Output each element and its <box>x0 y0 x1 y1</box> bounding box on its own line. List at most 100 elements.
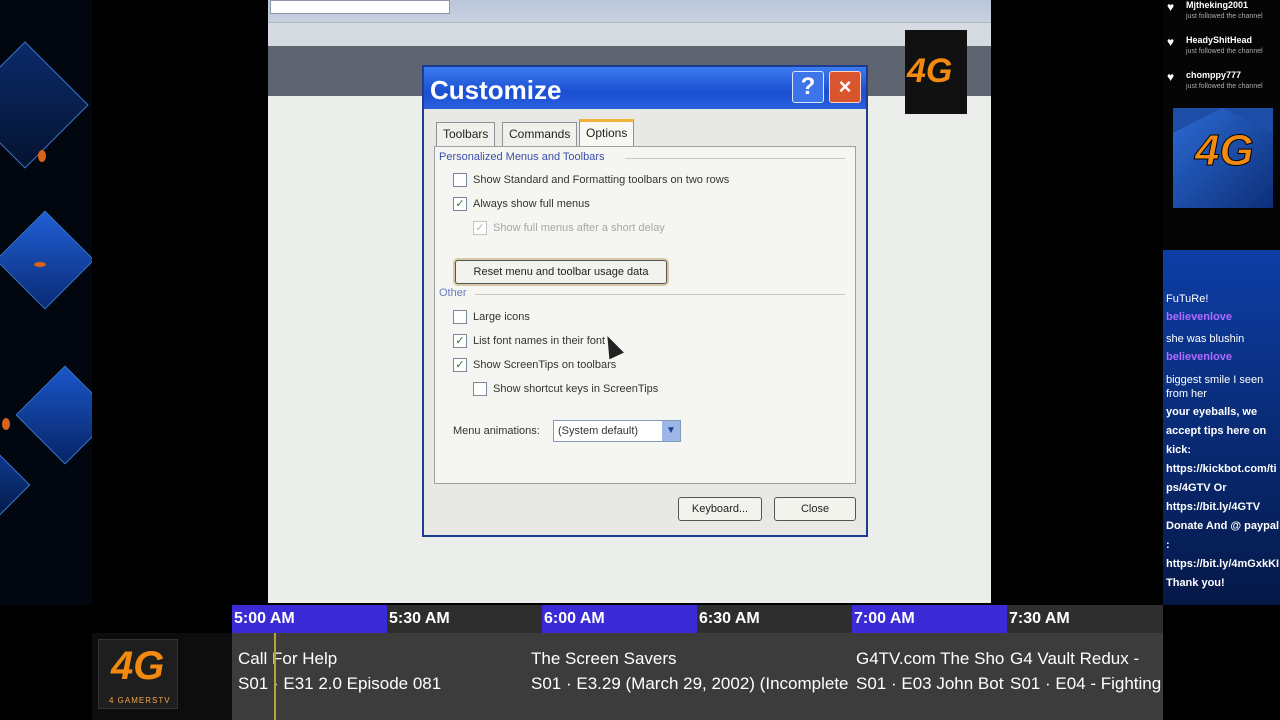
close-button[interactable]: Close <box>774 497 856 521</box>
close-icon[interactable]: × <box>829 71 861 103</box>
tab-commands[interactable]: Commands <box>502 122 578 146</box>
tab-toolbars[interactable]: Toolbars <box>436 122 496 146</box>
help-button[interactable]: ? <box>792 71 824 103</box>
option-full-menus[interactable]: ✓ Always show full menus <box>453 197 590 211</box>
follow-text: just followed the channel <box>1186 48 1263 55</box>
option-label: Show Standard and Formatting toolbars on… <box>473 174 730 186</box>
program-cell: G4 Vault Redux - S01 · E04 - Fighting <box>1004 633 1163 720</box>
channel-watermark: 4G <box>905 30 967 114</box>
blue-cube-decoration <box>15 365 92 465</box>
orange-dot-decoration <box>34 262 46 267</box>
follow-text: just followed the channel <box>1186 83 1263 90</box>
bottom-left-corner <box>0 605 92 720</box>
channel-logo: 4G <box>1173 108 1273 208</box>
option-label: Show full menus after a short delay <box>493 222 665 234</box>
time-slot: 6:00 AM <box>542 605 697 633</box>
option-two-rows[interactable]: Show Standard and Formatting toolbars on… <box>453 173 729 187</box>
checkbox[interactable] <box>453 173 467 187</box>
heart-icon: ♥ <box>1167 70 1175 84</box>
customize-dialog: Customize ? × Toolbars Commands Options … <box>422 65 868 537</box>
guide-logo-text: 4G <box>111 644 165 688</box>
guide-logo-subtext: 4 GAMERSTV <box>109 696 171 705</box>
watermark-logo: 4G <box>907 52 953 90</box>
guide-timeline: 5:00 AM 5:30 AM 6:00 AM 6:30 AM 7:00 AM … <box>232 605 1163 633</box>
time-slot: 7:00 AM <box>852 605 1007 633</box>
time-slot: 6:30 AM <box>697 605 852 633</box>
orange-dot-decoration <box>38 150 46 162</box>
time-slot: 5:00 AM <box>232 605 387 633</box>
checkbox-checked[interactable]: ✓ <box>453 197 467 211</box>
menu-animations-label: Menu animations: <box>453 425 540 437</box>
checkbox-checked[interactable]: ✓ <box>453 358 467 372</box>
chat-message: biggest smile I seen from her <box>1166 374 1264 400</box>
option-label: Large icons <box>473 311 530 323</box>
option-label: List font names in their font <box>473 335 606 347</box>
checkbox-checked[interactable]: ✓ <box>453 334 467 348</box>
program-guide: 5:00 AM 5:30 AM 6:00 AM 6:30 AM 7:00 AM … <box>92 605 1163 720</box>
option-label: Show shortcut keys in ScreenTips <box>493 383 659 395</box>
follower-name: Mjtheking2001 <box>1186 0 1249 10</box>
stream-frame: Customize ? × Toolbars Commands Options … <box>0 0 1280 720</box>
follow-alert: ♥ HeadyShitHead just followed the channe… <box>1163 35 1280 67</box>
program-cell: The Screen Savers S01 · E3.29 (March 29,… <box>525 633 850 720</box>
font-name-field[interactable] <box>270 0 450 14</box>
logo-box: 4G 4 GAMERSTV <box>98 639 178 709</box>
video-area: Customize ? × Toolbars Commands Options … <box>268 0 991 603</box>
ruler <box>268 22 991 46</box>
option-shortcut-keys[interactable]: Show shortcut keys in ScreenTips <box>473 382 658 396</box>
guide-programs: 4G 4 GAMERSTV Call For Help S01 · E31 2.… <box>92 633 1163 720</box>
orange-dot-decoration <box>2 418 10 430</box>
guide-logo: 4G 4 GAMERSTV <box>92 633 232 720</box>
channel-logo-text: 4G <box>1195 126 1255 176</box>
option-label: Show ScreenTips on toolbars <box>473 359 617 371</box>
blue-cube-decoration <box>0 41 89 169</box>
follow-alert: ♥ chomppy777 just followed the channel <box>1163 70 1280 102</box>
program-title: G4TV.com The Show <box>856 649 1004 668</box>
chat-message: FuTuRe! <box>1166 293 1209 305</box>
tab-options[interactable]: Options <box>579 119 635 146</box>
heart-icon: ♥ <box>1167 35 1175 49</box>
program-episode: S01 · E03 John Bott <box>856 674 1004 693</box>
group-label-personalized: Personalized Menus and Toolbars <box>439 151 605 163</box>
program-episode: S01 · E31 2.0 Episode 081 <box>238 674 442 693</box>
chat-message: she was blushin <box>1166 333 1245 345</box>
blue-cube-decoration <box>0 210 92 310</box>
select-value: (System default) <box>558 425 639 437</box>
chevron-down-icon[interactable]: ▼ <box>662 421 680 441</box>
heart-icon: ♥ <box>1167 0 1175 14</box>
follow-alert: ♥ Mjtheking2001 just followed the channe… <box>1163 0 1280 32</box>
menu-animations-select[interactable]: (System default) ▼ <box>553 420 681 442</box>
group-divider <box>625 158 845 159</box>
reset-usage-data-button[interactable]: Reset menu and toolbar usage data <box>455 260 667 284</box>
options-panel: Personalized Menus and Toolbars Show Sta… <box>434 146 856 484</box>
time-slot: 7:30 AM <box>1007 605 1163 633</box>
chat-username: believenlove <box>1166 351 1233 363</box>
time-slot: 5:30 AM <box>387 605 542 633</box>
dialog-titlebar: Customize ? × <box>424 67 866 109</box>
option-label: Always show full menus <box>473 198 590 210</box>
checkbox-checked-disabled: ✓ <box>473 221 487 235</box>
program-title: G4 Vault Redux - <box>1010 649 1140 668</box>
current-time-marker <box>274 633 276 720</box>
option-delay-menus: ✓ Show full menus after a short delay <box>473 221 665 235</box>
option-list-fonts[interactable]: ✓ List font names in their font <box>453 334 605 348</box>
option-screentips[interactable]: ✓ Show ScreenTips on toolbars <box>453 358 616 372</box>
follower-name: chomppy777 <box>1186 70 1242 80</box>
program-title: The Screen Savers <box>531 649 677 668</box>
chat-username: believenlove <box>1166 311 1233 323</box>
option-large-icons[interactable]: Large icons <box>453 310 530 324</box>
right-panel: ♥ Mjtheking2001 just followed the channe… <box>1163 0 1280 605</box>
group-divider <box>475 294 845 295</box>
group-label-other: Other <box>439 287 467 299</box>
checkbox[interactable] <box>453 310 467 324</box>
program-episode: S01 · E3.29 (March 29, 2002) (Incomplete <box>531 674 849 693</box>
program-episode: S01 · E04 - Fighting <box>1010 674 1162 693</box>
follower-name: HeadyShitHead <box>1186 35 1253 45</box>
bottom-right-corner <box>1163 605 1280 720</box>
keyboard-button[interactable]: Keyboard... <box>678 497 762 521</box>
program-cell: G4TV.com The Show S01 · E03 John Bott <box>850 633 1004 720</box>
checkbox[interactable] <box>473 382 487 396</box>
follow-text: just followed the channel <box>1186 13 1263 20</box>
program-title: Call For Help <box>238 649 338 668</box>
dialog-title: Customize <box>430 75 562 105</box>
